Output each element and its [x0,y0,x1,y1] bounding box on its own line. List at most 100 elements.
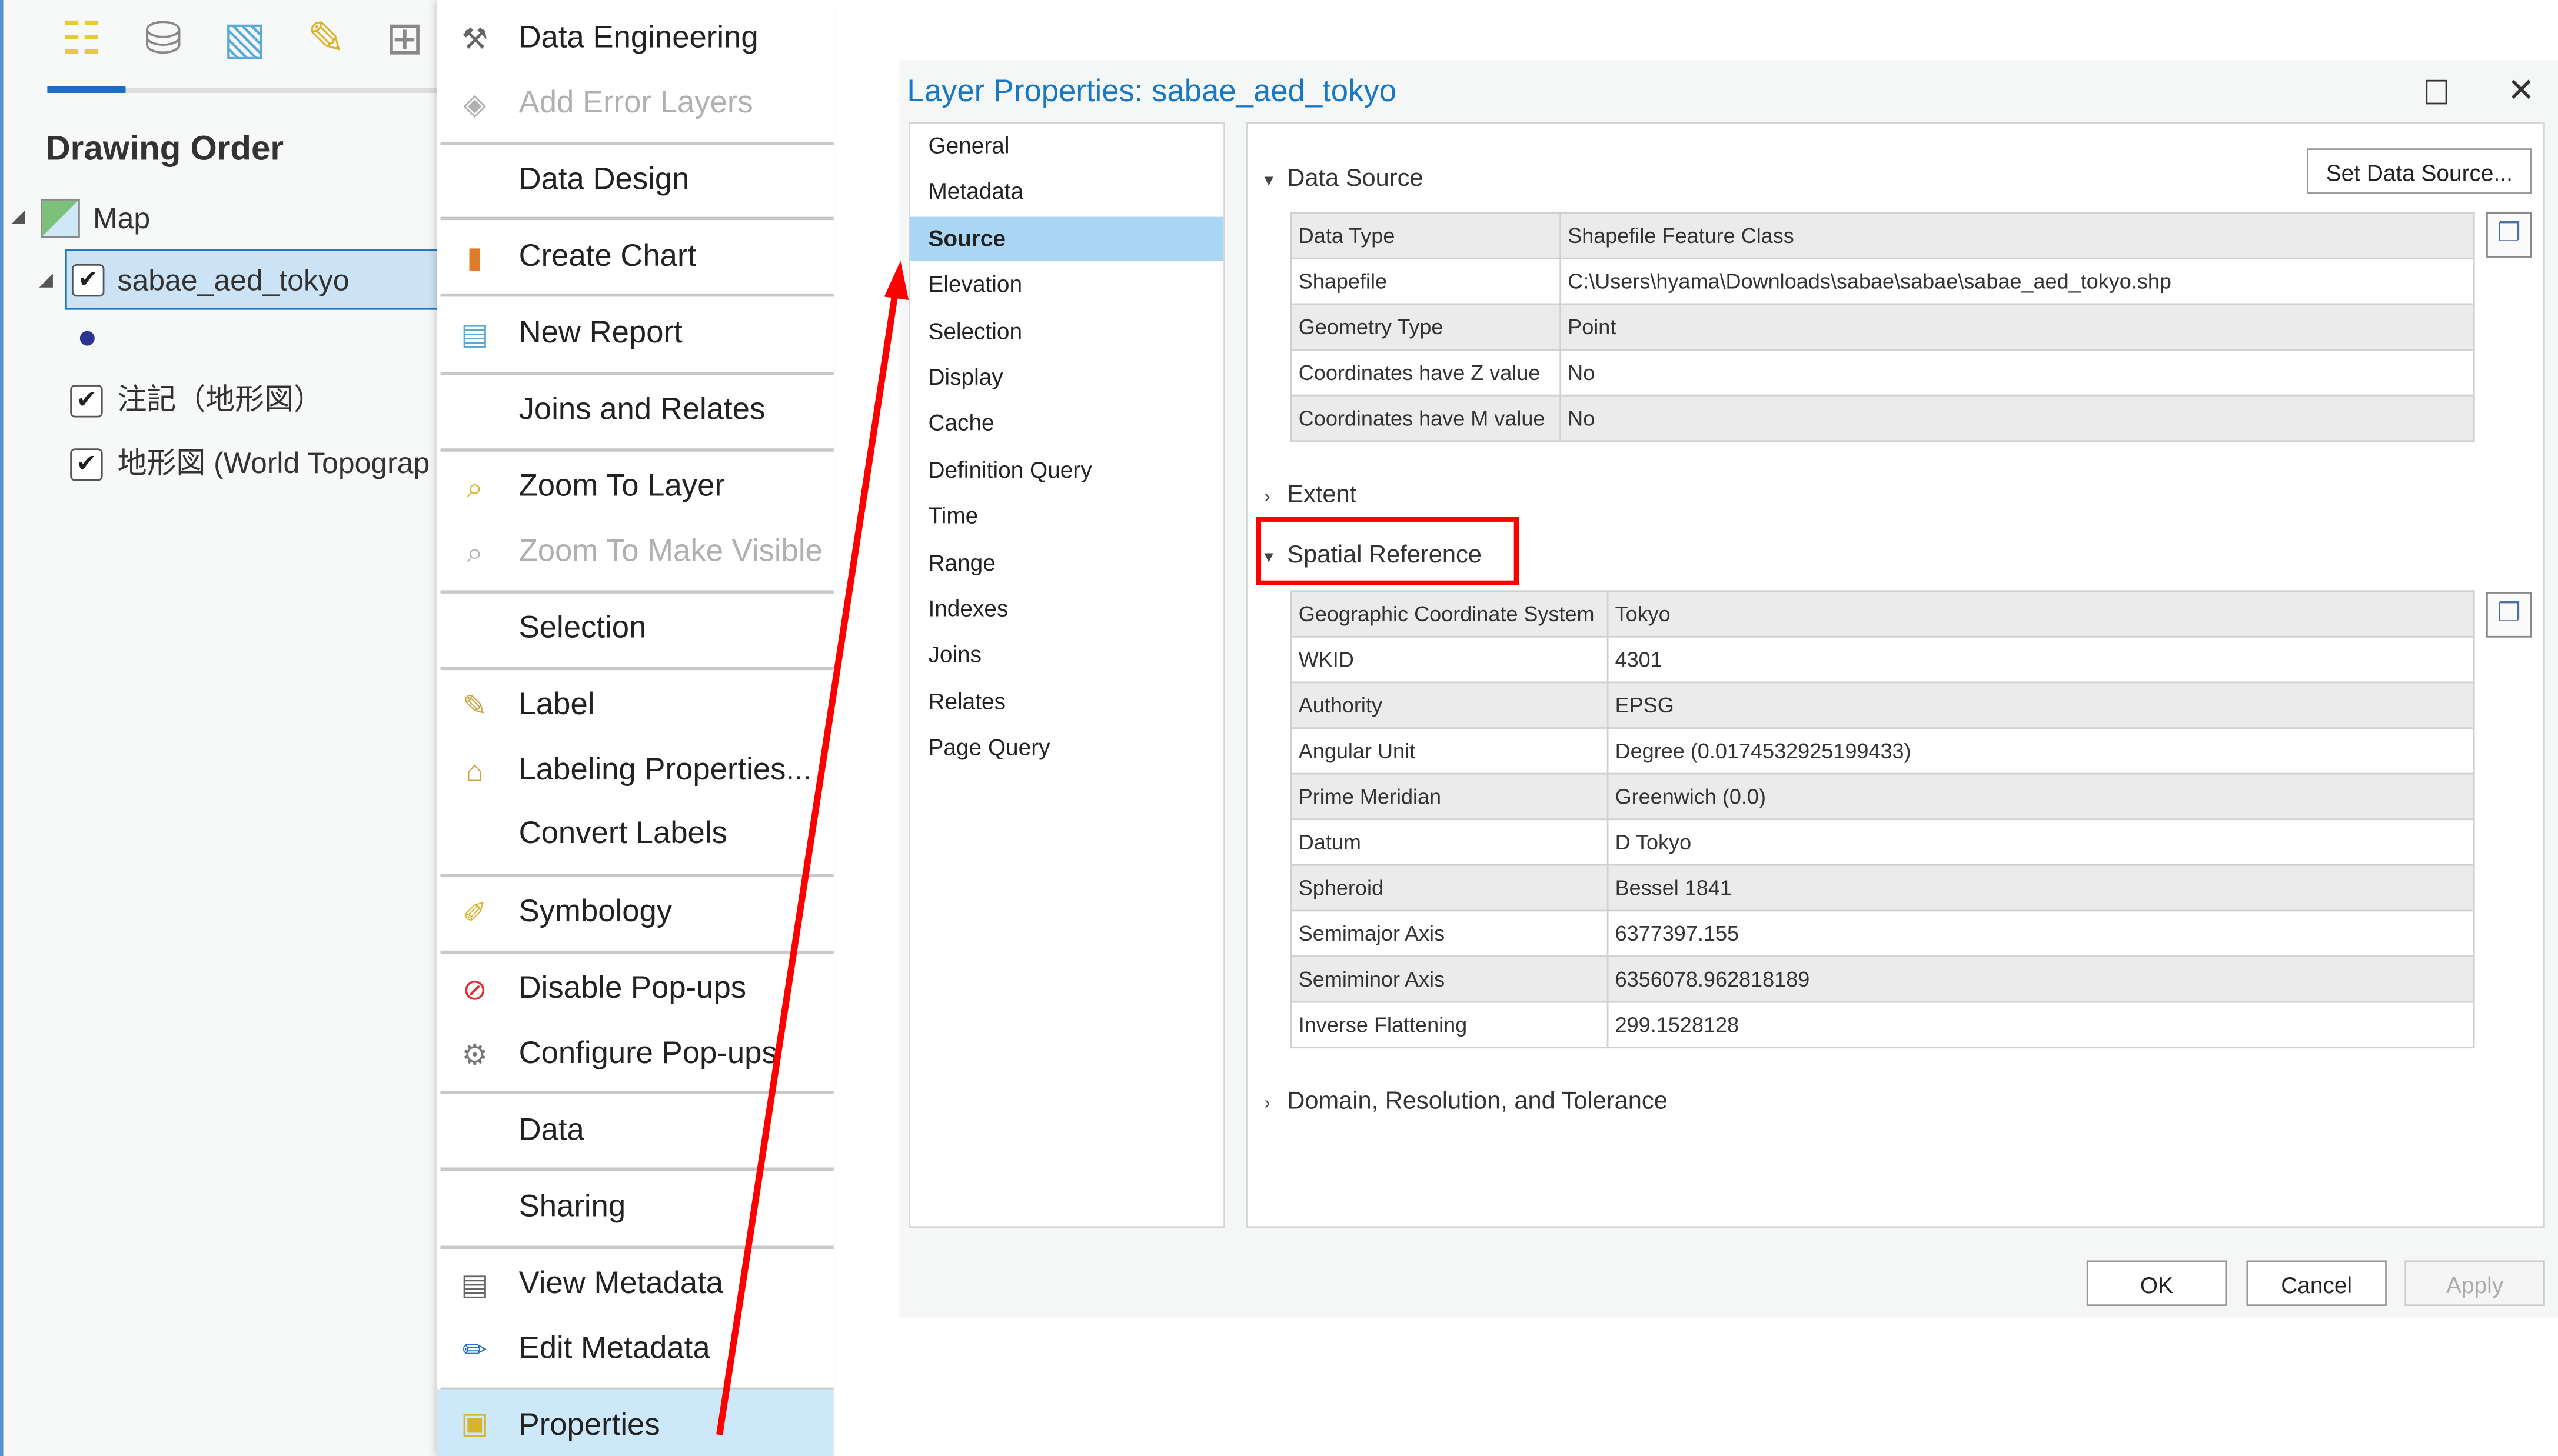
menu-item-zoom-to-layer[interactable]: ⌕ Zoom To Layer [437,457,834,518]
cancel-button[interactable]: Cancel [2246,1260,2387,1307]
menu-item-label: Zoom To Make Visible [518,535,823,569]
set-data-source-button[interactable]: Set Data Source... [2307,148,2532,194]
zoom-layer-icon: ⌕ [466,471,483,504]
layer-visibility-checkbox[interactable]: ✔ [70,385,103,418]
menu-item-data-design[interactable]: Data Design [437,150,834,212]
menu-item-data-engineering[interactable]: ⚒ Data Engineering [437,8,834,70]
nav-item-relates[interactable]: Relates [910,679,1223,724]
labeling-properties-icon: ⌂ [465,755,484,788]
property-name: Prime Meridian [1290,772,1609,821]
menu-item-convert-labels[interactable]: Convert Labels [437,804,834,865]
menu-item-label: Disable Pop-ups [518,971,747,1007]
menu-item-label: Zoom To Layer [518,469,725,504]
nav-item-range[interactable]: Range [910,541,1223,585]
property-value: No [1559,349,2475,397]
menu-item-label: Convert Labels [518,817,727,851]
property-value: Greenwich (0.0) [1606,772,2475,821]
property-name: Datum [1290,818,1609,866]
menu-item-label: New Report [518,316,683,351]
domain-section-header[interactable]: › Domain, Resolution, and Tolerance [1265,1086,1668,1120]
menu-item-zoom-to-make-visible[interactable]: ⌕ Zoom To Make Visible [437,522,834,584]
extent-section-header[interactable]: › Extent [1265,479,1357,514]
property-name: WKID [1290,635,1609,684]
menu-item-selection[interactable]: Selection [437,598,834,660]
menu-item-properties[interactable]: ▣ Properties [437,1389,834,1456]
menu-item-edit-metadata[interactable]: ✏ Edit Metadata [437,1319,834,1381]
menu-item-view-metadata[interactable]: ▤ View Metadata [437,1254,834,1315]
nav-item-page-query[interactable]: Page Query [910,726,1223,770]
menu-item-symbology[interactable]: ✐ Symbology [437,882,834,944]
property-value: 6377397.155 [1606,909,2475,957]
list-by-editing-icon[interactable]: ✎ [297,10,356,69]
nav-item-display[interactable]: Display [910,355,1223,399]
property-value: C:\Users\hyama\Downloads\sabae\sabae\sab… [1559,257,2475,305]
expand-layer-icon[interactable]: ◢ [39,269,53,290]
nav-item-indexes[interactable]: Indexes [910,587,1223,631]
point-symbol-icon[interactable] [79,331,95,346]
menu-item-labeling-properties[interactable]: ⌂ Labeling Properties... [437,740,834,802]
tree-item-sabae-aed-tokyo[interactable]: ✔ sabae_aed_tokyo [65,249,441,310]
nav-item-general[interactable]: General [910,124,1223,168]
list-by-snapping-icon[interactable]: ⊞ [375,10,434,69]
nav-item-joins[interactable]: Joins [910,633,1223,677]
property-name: Coordinates have Z value [1290,349,1562,397]
contents-pane: ☷ ⛁ ▧ ✎ ⊞ Drawing Order ◢ Map ◢ ✔ sabae_… [0,0,441,1456]
menu-item-add-error-layers[interactable]: ◈ Add Error Layers [437,74,834,135]
layer-label: sabae_aed_tokyo [117,264,350,297]
expand-map-icon[interactable]: ◢ [11,205,25,226]
menu-item-label: Create Chart [518,239,697,274]
list-by-selection-icon[interactable]: ▧ [215,10,274,69]
menu-item-sharing[interactable]: Sharing [437,1177,834,1239]
chevron-right-icon: › [1264,487,1270,507]
layer-visibility-checkbox[interactable]: ✔ [71,264,105,297]
nav-item-time[interactable]: Time [910,494,1223,538]
error-layers-icon: ◈ [463,88,486,121]
data-source-table: Data Type Shapefile Feature Class Shapefil… [1290,212,2475,442]
table-row: Coordinates have Z value No [1290,349,2475,397]
maximize-icon[interactable] [2426,79,2447,105]
property-name: Coordinates have M value [1290,394,1562,442]
property-name: Authority [1290,681,1609,729]
nav-item-elevation[interactable]: Elevation [910,263,1223,307]
nav-item-metadata[interactable]: Metadata [910,170,1223,214]
layer-visibility-checkbox[interactable]: ✔ [70,448,103,481]
copy-icon[interactable]: ❐ [2486,212,2532,258]
nav-item-definition-query[interactable]: Definition Query [910,448,1223,492]
copy-icon[interactable]: ❐ [2486,592,2532,638]
layer-context-menu: ⚒ Data Engineering ◈ Add Error Layers Data D… [437,0,834,1456]
nav-item-source[interactable]: Source [910,216,1224,261]
data-source-section-header[interactable]: ▾ Data Source [1265,163,1423,197]
ok-button[interactable]: OK [2086,1260,2227,1307]
menu-separator [440,371,834,375]
properties-nav: General Metadata Source Elevation Selection D… [909,122,1225,1228]
tree-item-annotation[interactable]: 注記（地形図） [118,375,323,424]
data-engineering-icon: ⚒ [461,22,488,56]
dialog-title: Layer Properties: sabae_aed_tokyo [907,75,1397,109]
table-row: WKID 4301 [1290,635,2475,684]
menu-item-label: Selection [518,611,647,646]
list-by-drawing-order-icon[interactable]: ☷ [52,10,111,69]
property-value: No [1559,394,2475,442]
menu-separator [440,950,834,954]
spatial-reference-section-header[interactable]: ▾ Spatial Reference [1265,539,1482,574]
menu-separator [440,590,834,594]
menu-item-label[interactable]: ✎ Label [437,675,834,737]
close-icon[interactable]: ✕ [2507,70,2534,111]
chevron-right-icon: › [1264,1094,1270,1114]
menu-item-joins-and-relates[interactable]: Joins and Relates [437,380,834,442]
table-row: Authority EPSG [1290,681,2475,729]
property-value: 6356078.962818189 [1606,955,2475,1003]
apply-button[interactable]: Apply [2404,1260,2545,1307]
section-label: Data Source [1287,164,1423,193]
menu-item-disable-pop-ups[interactable]: ⊘ Disable Pop-ups [437,959,834,1021]
nav-item-cache[interactable]: Cache [910,402,1223,446]
menu-item-new-report[interactable]: ▤ New Report [437,304,834,365]
list-by-source-icon[interactable]: ⛁ [134,10,192,69]
tree-item-world-topographic[interactable]: 地形図 (World Topograp [118,439,437,488]
nav-item-selection[interactable]: Selection [910,309,1223,353]
table-row: Datum D Tokyo [1290,818,2475,866]
menu-item-create-chart[interactable]: ▮ Create Chart [437,226,834,288]
menu-item-data[interactable]: Data [437,1101,834,1162]
tree-item-map[interactable]: Map [93,194,150,243]
menu-item-configure-pop-ups[interactable]: ⚙ Configure Pop-ups [437,1024,834,1086]
